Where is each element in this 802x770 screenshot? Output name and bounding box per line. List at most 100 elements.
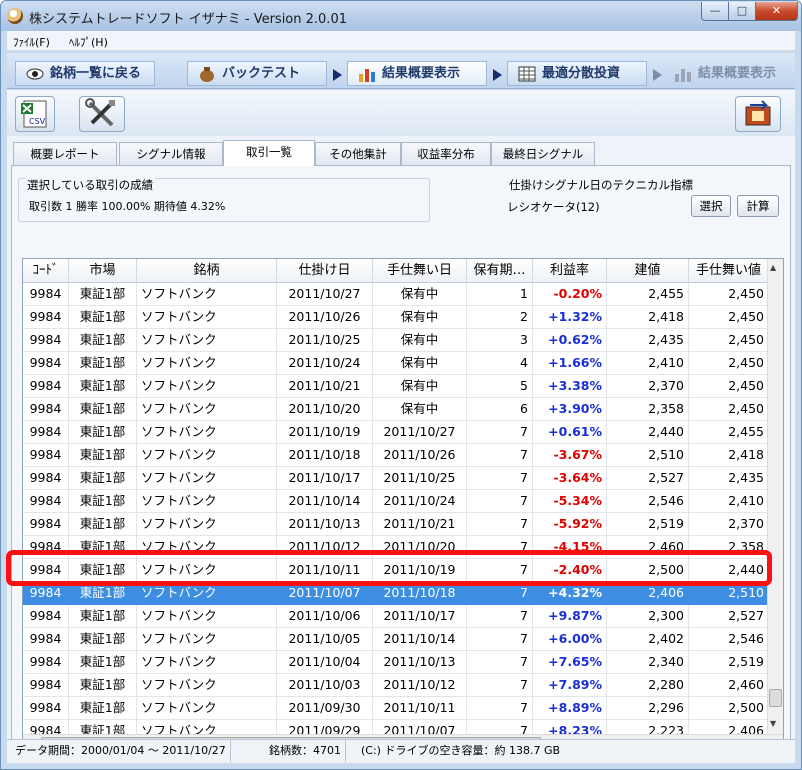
- table-row[interactable]: 9984 東証1部 ソフトバンク 2011/10/11 2011/10/19 7 -2.40…: [23, 559, 783, 582]
- cell-market: 東証1部: [69, 444, 137, 467]
- cell-code: 9984: [23, 352, 69, 375]
- cell-entry-date: 2011/10/24: [277, 352, 373, 375]
- table-row[interactable]: 9984 東証1部 ソフトバンク 2011/10/04 2011/10/13 7 +7.65…: [23, 651, 783, 674]
- tab-last-day-signal[interactable]: 最終日シグナル: [491, 142, 595, 165]
- table-row[interactable]: 9984 東証1部 ソフトバンク 2011/10/12 2011/10/20 7 -4.15…: [23, 536, 783, 559]
- cell-exit-price: 2,435: [689, 467, 769, 490]
- table-row[interactable]: 9984 東証1部 ソフトバンク 2011/10/27 保有中 1 -0.20% 2,455 2…: [23, 283, 783, 306]
- cell-name: ソフトバンク: [137, 421, 277, 444]
- cell-entry-price: 2,402: [607, 628, 689, 651]
- vertical-scrollbar[interactable]: ▲ ▼: [767, 259, 783, 734]
- cell-entry-price: 2,546: [607, 490, 689, 513]
- backtest-button[interactable]: バックテスト: [187, 61, 327, 86]
- table-row[interactable]: 9984 東証1部 ソフトバンク 2011/10/13 2011/10/21 7 -5.92…: [23, 513, 783, 536]
- cell-entry-price: 2,519: [607, 513, 689, 536]
- title-bar[interactable]: 株システムトレードソフト イザナミ - Version 2.0.01 — □ ✕: [1, 1, 801, 31]
- cell-exit-date: 2011/10/17: [373, 605, 467, 628]
- minimize-button[interactable]: —: [701, 2, 729, 21]
- cell-code: 9984: [23, 628, 69, 651]
- close-button[interactable]: ✕: [755, 2, 798, 21]
- tab-trade-list[interactable]: 取引一覧: [223, 140, 315, 166]
- cell-exit-price: 2,510: [689, 582, 769, 605]
- status-data-period: データ期間：2000/01/04 〜 2011/10/27: [11, 740, 231, 762]
- result-summary-button[interactable]: 結果概要表示: [347, 61, 487, 86]
- table-row[interactable]: 9984 東証1部 ソフトバンク 2011/10/18 2011/10/26 7 -3.67…: [23, 444, 783, 467]
- cell-market: 東証1部: [69, 536, 137, 559]
- column-header-name[interactable]: 銘柄: [137, 259, 277, 283]
- cell-entry-date: 2011/10/12: [277, 536, 373, 559]
- cell-code: 9984: [23, 697, 69, 720]
- cell-holding-days: 1: [467, 283, 533, 306]
- column-header-code[interactable]: ｺｰﾄﾞ: [23, 259, 69, 283]
- table-row[interactable]: 9984 東証1部 ソフトバンク 2011/10/19 2011/10/27 7 +0.61…: [23, 421, 783, 444]
- column-header-entry-date[interactable]: 仕掛け日: [277, 259, 373, 283]
- table-row[interactable]: 9984 東証1部 ソフトバンク 2011/10/26 保有中 2 +1.32% 2,418 2…: [23, 306, 783, 329]
- cell-name: ソフトバンク: [137, 582, 277, 605]
- cell-code: 9984: [23, 674, 69, 697]
- table-row[interactable]: 9984 東証1部 ソフトバンク 2011/10/24 保有中 4 +1.66% 2,410 2…: [23, 352, 783, 375]
- cell-exit-date: 2011/10/20: [373, 536, 467, 559]
- back-to-list-button[interactable]: 銘柄一覧に戻る: [15, 61, 155, 86]
- cell-name: ソフトバンク: [137, 329, 277, 352]
- select-indicator-button[interactable]: 選択: [691, 195, 731, 217]
- column-header-market[interactable]: 市場: [69, 259, 137, 283]
- cell-code: 9984: [23, 329, 69, 352]
- tab-other-stats[interactable]: その他集計: [315, 142, 401, 165]
- cell-profit-rate: -3.67%: [533, 444, 607, 467]
- table-row[interactable]: 9984 東証1部 ソフトバンク 2011/10/03 2011/10/12 7 +7.89…: [23, 674, 783, 697]
- optimal-diversification-button[interactable]: 最適分散投資: [507, 61, 647, 86]
- cell-exit-price: 2,418: [689, 444, 769, 467]
- cell-entry-date: 2011/10/05: [277, 628, 373, 651]
- table-row[interactable]: 9984 東証1部 ソフトバンク 2011/10/21 保有中 5 +3.38% 2,370 2…: [23, 375, 783, 398]
- selected-trade-results-title: 選択している取引の成績: [25, 177, 156, 193]
- column-header-holding-days[interactable]: 保有期…: [467, 259, 533, 283]
- maximize-button[interactable]: □: [728, 2, 756, 21]
- column-header-exit-date[interactable]: 手仕舞い日: [373, 259, 467, 283]
- calculate-button[interactable]: 計算: [737, 195, 779, 217]
- cell-code: 9984: [23, 375, 69, 398]
- export-csv-button[interactable]: CSV: [15, 96, 55, 132]
- cell-code: 9984: [23, 306, 69, 329]
- cell-profit-rate: +3.38%: [533, 375, 607, 398]
- cell-name: ソフトバンク: [137, 513, 277, 536]
- cell-code: 9984: [23, 536, 69, 559]
- cell-market: 東証1部: [69, 490, 137, 513]
- tab-summary-report[interactable]: 概要レポート: [13, 142, 117, 165]
- table-row[interactable]: 9984 東証1部 ソフトバンク 2011/09/30 2011/10/11 7 +8.89…: [23, 697, 783, 720]
- table-row[interactable]: 9984 東証1部 ソフトバンク 2011/10/20 保有中 6 +3.90% 2,358 2…: [23, 398, 783, 421]
- cell-holding-days: 7: [467, 444, 533, 467]
- table-row[interactable]: 9984 東証1部 ソフトバンク 2011/10/05 2011/10/14 7 +6.00…: [23, 628, 783, 651]
- toolbar: CSV: [7, 90, 795, 136]
- cell-entry-date: 2011/10/18: [277, 444, 373, 467]
- cell-holding-days: 7: [467, 674, 533, 697]
- cell-holding-days: 2: [467, 306, 533, 329]
- chart-bars-icon: [359, 69, 375, 82]
- cell-entry-price: 2,460: [607, 536, 689, 559]
- cell-entry-date: 2011/10/19: [277, 421, 373, 444]
- table-row-selected[interactable]: 9984 東証1部 ソフトバンク 2011/10/07 2011/10/18 7 +4.32…: [23, 582, 783, 605]
- tab-signal-info[interactable]: シグナル情報: [119, 142, 223, 165]
- menu-help[interactable]: ﾍﾙﾌﾟ(H): [69, 34, 108, 50]
- table-row[interactable]: 9984 東証1部 ソフトバンク 2011/10/25 保有中 3 +0.62% 2,435 2…: [23, 329, 783, 352]
- cell-code: 9984: [23, 605, 69, 628]
- result-summary-2-button[interactable]: 結果概要表示: [663, 61, 795, 86]
- tools-icon: [85, 98, 115, 127]
- chart-bars-icon: [675, 69, 691, 82]
- result-summary-2-label: 結果概要表示: [698, 66, 777, 81]
- column-header-entry-price[interactable]: 建値: [607, 259, 689, 283]
- cell-entry-price: 2,500: [607, 559, 689, 582]
- tab-return-distribution[interactable]: 収益率分布: [401, 142, 491, 165]
- scroll-down-icon[interactable]: ▼: [770, 719, 776, 728]
- table-row[interactable]: 9984 東証1部 ソフトバンク 2011/10/06 2011/10/17 7 +9.87…: [23, 605, 783, 628]
- table-row[interactable]: 9984 東証1部 ソフトバンク 2011/10/17 2011/10/25 7 -3.64…: [23, 467, 783, 490]
- column-header-profit-rate[interactable]: 利益率: [533, 259, 607, 283]
- cell-holding-days: 7: [467, 513, 533, 536]
- column-header-exit-price[interactable]: 手仕舞い値: [689, 259, 769, 283]
- scroll-up-icon[interactable]: ▲: [770, 263, 776, 272]
- menu-file[interactable]: ﾌｧｲﾙ(F): [13, 34, 50, 50]
- settings-tools-button[interactable]: [79, 96, 125, 132]
- table-row[interactable]: 9984 東証1部 ソフトバンク 2011/10/14 2011/10/24 7 -5.34…: [23, 490, 783, 513]
- cell-name: ソフトバンク: [137, 559, 277, 582]
- exit-button[interactable]: [735, 96, 781, 132]
- vertical-scroll-thumb[interactable]: [769, 689, 782, 707]
